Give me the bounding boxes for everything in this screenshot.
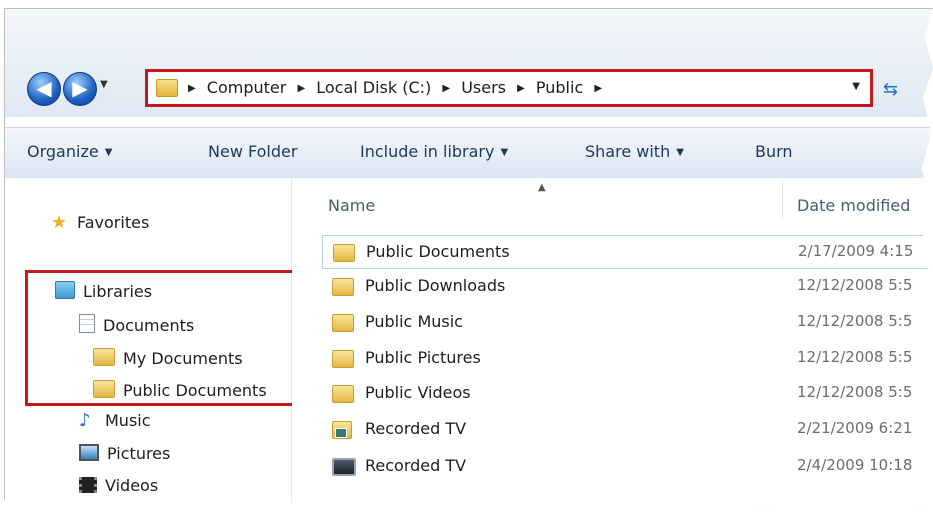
breadcrumb-separator-icon[interactable]: ▶ bbox=[517, 83, 525, 94]
folder-icon bbox=[332, 278, 354, 296]
burn-button[interactable]: Burn bbox=[755, 142, 793, 161]
explorer-window: ◀ ▶ ▼ ▶ Computer ▶ Local Disk (C:) ▶ Use… bbox=[4, 8, 933, 507]
file-date: 12/12/2008 5:5 bbox=[797, 276, 913, 294]
breadcrumb-public[interactable]: Public bbox=[536, 78, 583, 97]
breadcrumb-separator-icon[interactable]: ▶ bbox=[297, 83, 305, 94]
navigation-pane: ★ Favorites Libraries Documents My Docume… bbox=[5, 178, 295, 507]
file-date: 2/21/2009 6:21 bbox=[797, 419, 913, 437]
music-icon: ♪ bbox=[79, 410, 91, 431]
nav-label: Favorites bbox=[77, 213, 150, 232]
include-in-library-label: Include in library bbox=[360, 142, 495, 161]
file-row[interactable]: Public Downloads 12/12/2008 5:5 bbox=[322, 270, 933, 304]
nav-label: Pictures bbox=[107, 444, 171, 463]
file-name: Recorded TV bbox=[365, 456, 467, 475]
sort-ascending-icon: ▲ bbox=[538, 182, 546, 193]
column-header-name[interactable]: Name bbox=[328, 196, 375, 215]
share-with-button[interactable]: Share with ▼ bbox=[585, 142, 684, 161]
file-date: 12/12/2008 5:5 bbox=[797, 312, 913, 330]
new-folder-label: New Folder bbox=[208, 142, 298, 161]
nav-item-favorites[interactable]: ★ Favorites bbox=[51, 212, 149, 233]
file-name: Public Videos bbox=[365, 383, 471, 402]
nav-label: Music bbox=[105, 411, 151, 430]
videos-icon bbox=[79, 477, 97, 493]
nav-item-videos[interactable]: Videos bbox=[79, 476, 158, 495]
organize-label: Organize bbox=[27, 142, 99, 161]
nav-label: Videos bbox=[105, 476, 159, 495]
folder-icon bbox=[332, 385, 354, 403]
file-row[interactable]: Public Videos 12/12/2008 5:5 bbox=[322, 377, 933, 411]
breadcrumb-separator-icon[interactable]: ▶ bbox=[442, 83, 450, 94]
file-row[interactable]: Public Pictures 12/12/2008 5:5 bbox=[322, 342, 933, 376]
address-history-dropdown-icon[interactable]: ▼ bbox=[852, 81, 860, 92]
burn-label: Burn bbox=[755, 142, 793, 161]
file-name: Public Music bbox=[365, 312, 463, 331]
breadcrumb-separator-icon[interactable]: ▶ bbox=[188, 83, 196, 94]
file-name: Recorded TV bbox=[365, 419, 467, 438]
file-name: Public Pictures bbox=[365, 348, 481, 367]
file-row[interactable]: Recorded TV 2/21/2009 6:21 bbox=[322, 413, 933, 447]
file-row[interactable]: Public Music 12/12/2008 5:5 bbox=[322, 306, 933, 340]
star-icon: ★ bbox=[51, 212, 68, 233]
refresh-icon[interactable]: ⇆ bbox=[883, 79, 898, 100]
pictures-icon bbox=[79, 444, 99, 461]
breadcrumb-computer[interactable]: Computer bbox=[207, 78, 287, 97]
breadcrumb: ▶ Computer ▶ Local Disk (C:) ▶ Users ▶ P… bbox=[188, 78, 608, 97]
recent-pages-dropdown-icon[interactable]: ▼ bbox=[100, 79, 108, 90]
file-list: ▲ Name Date modified Public Documents 2/… bbox=[292, 178, 933, 507]
file-name: Public Downloads bbox=[365, 276, 506, 295]
folder-icon bbox=[332, 314, 354, 332]
folder-icon bbox=[333, 244, 355, 262]
chevron-down-icon: ▼ bbox=[676, 147, 684, 158]
include-in-library-button[interactable]: Include in library ▼ bbox=[360, 142, 508, 161]
nav-item-pictures[interactable]: Pictures bbox=[79, 444, 170, 463]
organize-button[interactable]: Organize ▼ bbox=[27, 142, 112, 161]
folder-icon bbox=[156, 79, 178, 97]
address-bar[interactable]: ▶ Computer ▶ Local Disk (C:) ▶ Users ▶ P… bbox=[145, 69, 873, 107]
file-date: 12/12/2008 5:5 bbox=[797, 348, 913, 366]
file-name: Public Documents bbox=[366, 242, 510, 261]
column-divider[interactable] bbox=[782, 182, 783, 218]
share-with-label: Share with bbox=[585, 142, 671, 161]
breadcrumb-separator-icon[interactable]: ▶ bbox=[594, 83, 602, 94]
nav-item-music[interactable]: ♪ Music bbox=[79, 410, 151, 431]
new-folder-button[interactable]: New Folder bbox=[208, 142, 297, 161]
file-date: 12/12/2008 5:5 bbox=[797, 383, 913, 401]
libraries-highlight-box bbox=[25, 270, 295, 406]
file-date: 2/17/2009 4:15 bbox=[798, 242, 914, 260]
breadcrumb-local-disk[interactable]: Local Disk (C:) bbox=[316, 78, 431, 97]
recorded-tv-library-icon bbox=[332, 458, 356, 476]
breadcrumb-users[interactable]: Users bbox=[461, 78, 506, 97]
command-bar: Organize ▼ New Folder Include in library ▼… bbox=[5, 127, 933, 179]
recorded-tv-folder-icon bbox=[332, 421, 352, 439]
chevron-down-icon: ▼ bbox=[104, 147, 113, 158]
file-row[interactable]: Public Documents 2/17/2009 4:15 bbox=[322, 235, 933, 269]
column-header-date-modified[interactable]: Date modified bbox=[797, 196, 910, 215]
chevron-down-icon: ▼ bbox=[500, 147, 509, 158]
forward-button[interactable]: ▶ bbox=[63, 72, 97, 106]
file-date: 2/4/2009 10:18 bbox=[797, 456, 913, 474]
folder-icon bbox=[332, 350, 354, 368]
file-row[interactable]: Recorded TV 2/4/2009 10:18 bbox=[322, 450, 933, 484]
back-button[interactable]: ◀ bbox=[27, 72, 61, 106]
